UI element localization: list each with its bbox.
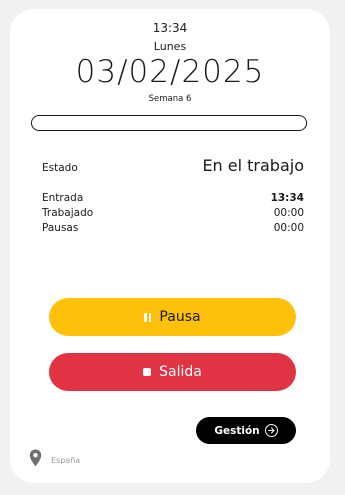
gestion-button-label: Gestión	[214, 424, 260, 437]
detail-row-entrada: Entrada 13:34	[42, 191, 304, 206]
stop-icon	[143, 368, 152, 376]
detail-row-trabajado: Trabajado 00:00	[42, 206, 304, 221]
detail-label: Pausas	[42, 222, 79, 234]
arrow-right-circle-icon	[264, 424, 278, 437]
status-label: Estado	[42, 162, 78, 174]
detail-label: Trabajado	[42, 207, 94, 219]
salida-button-label: Salida	[159, 364, 202, 380]
current-date: 03/02/2025	[75, 54, 265, 90]
gestion-button[interactable]: Gestión	[196, 417, 296, 444]
pause-icon	[144, 312, 152, 322]
detail-value: 00:00	[273, 207, 304, 219]
weekday: Lunes	[153, 40, 187, 53]
week-number: Semana 6	[148, 94, 192, 104]
detail-value: 00:00	[273, 222, 304, 234]
pausa-button-label: Pausa	[159, 309, 201, 325]
workday-progress-bar	[31, 115, 307, 131]
detail-label: Entrada	[42, 192, 84, 204]
current-time: 13:34	[152, 21, 188, 35]
time-clock-card: 13:34 Lunes 03/02/2025 Semana 6 Estado E…	[10, 9, 330, 483]
detail-row-pausas: Pausas 00:00	[42, 221, 304, 236]
location-pin-icon	[29, 449, 42, 471]
pausa-button[interactable]: Pausa	[49, 298, 296, 336]
status-value: En el trabajo	[202, 156, 304, 175]
salida-button[interactable]: Salida	[49, 353, 296, 391]
location-text: España	[51, 455, 81, 465]
status-row: Estado En el trabajo	[42, 156, 304, 175]
location: España	[29, 449, 80, 471]
detail-value: 13:34	[270, 192, 304, 204]
